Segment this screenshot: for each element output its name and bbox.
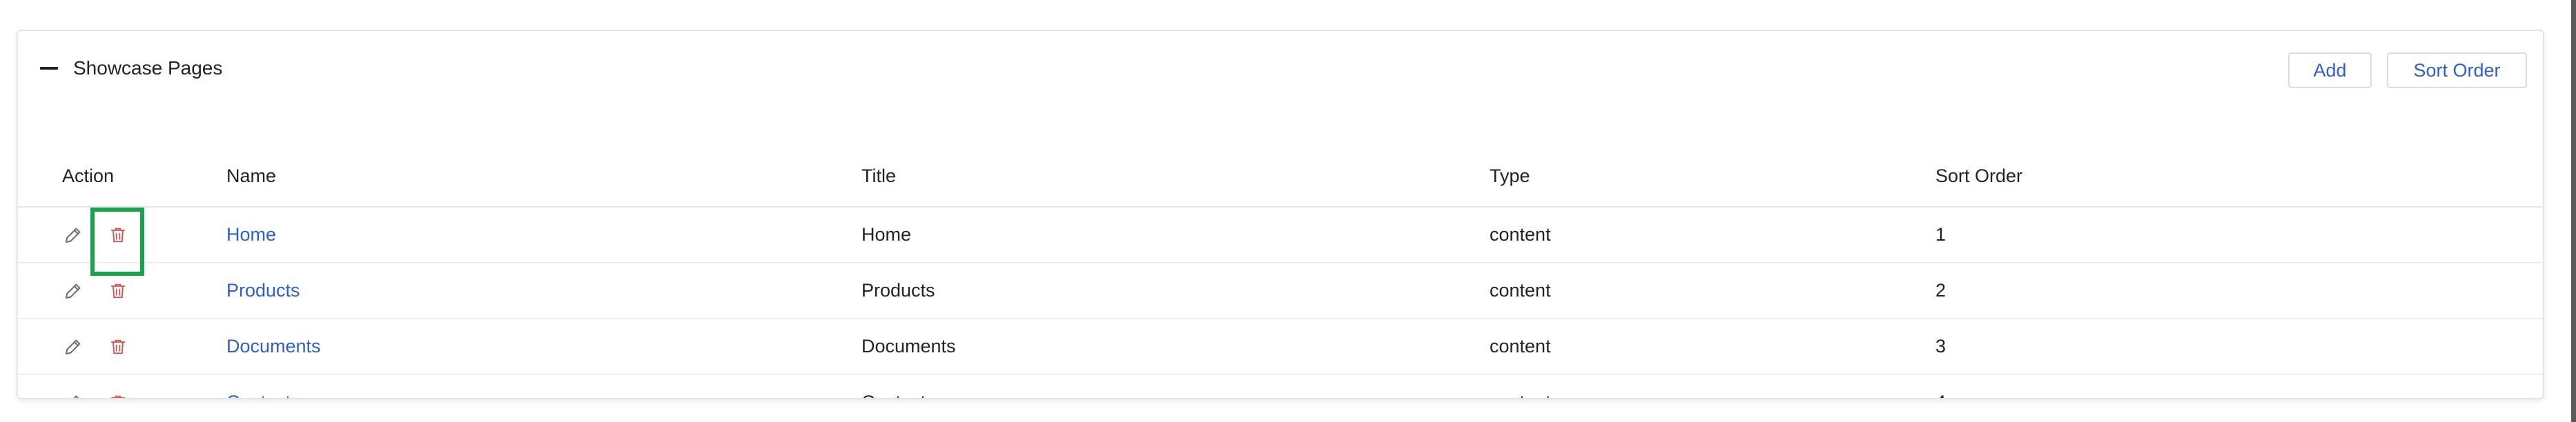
trash-icon[interactable]	[107, 336, 129, 358]
table-row: Contact Contact content 4	[18, 374, 2543, 398]
type-cell: content	[1490, 263, 1935, 319]
add-button[interactable]: Add	[2288, 52, 2372, 88]
title-cell: Home	[861, 207, 1490, 263]
column-header-name: Name	[226, 145, 861, 208]
name-cell: Documents	[226, 319, 861, 375]
table-row: Products Products content 2	[18, 263, 2543, 319]
minus-icon	[40, 67, 58, 70]
window-edge	[2571, 0, 2576, 422]
action-cell	[18, 374, 226, 398]
pages-table: Action Name Title Type Sort Order Home H…	[18, 145, 2543, 398]
page-name-link[interactable]: Home	[226, 224, 276, 245]
collapse-toggle-button[interactable]	[37, 61, 65, 75]
type-cell: content	[1490, 374, 1935, 398]
table-row: Documents Documents content 3	[18, 319, 2543, 375]
column-header-sort-order: Sort Order	[1935, 145, 2543, 208]
trash-icon[interactable]	[107, 392, 129, 398]
page-name-link[interactable]: Contact	[226, 392, 291, 398]
action-cell	[18, 207, 226, 276]
panel-header: Showcase Pages Add Sort Order	[18, 31, 2543, 107]
name-cell: Contact	[226, 374, 861, 398]
sort-order-cell: 1	[1935, 207, 2543, 263]
sort-order-cell: 4	[1935, 374, 2543, 398]
trash-icon[interactable]	[90, 207, 144, 276]
column-header-title: Title	[861, 145, 1490, 208]
sort-order-cell: 3	[1935, 319, 2543, 375]
table-row: Home Home content 1	[18, 207, 2543, 276]
action-cell	[18, 263, 226, 319]
pencil-icon[interactable]	[62, 224, 84, 246]
page-name-link[interactable]: Products	[226, 280, 300, 301]
pencil-icon[interactable]	[62, 336, 84, 358]
page-name-link[interactable]: Documents	[226, 336, 321, 356]
type-cell: content	[1490, 207, 1935, 263]
pencil-icon[interactable]	[62, 280, 84, 302]
title-cell: Documents	[861, 319, 1490, 375]
name-cell: Home	[226, 207, 861, 263]
action-cell	[18, 319, 226, 375]
page: Showcase Pages Add Sort Order Action Nam…	[0, 0, 2576, 422]
sort-order-button[interactable]: Sort Order	[2387, 52, 2527, 88]
title-cell: Products	[861, 263, 1490, 319]
sort-order-cell: 2	[1935, 263, 2543, 319]
table-header-row: Action Name Title Type Sort Order	[18, 145, 2543, 208]
type-cell: content	[1490, 319, 1935, 375]
trash-icon[interactable]	[107, 280, 129, 302]
showcase-pages-panel: Showcase Pages Add Sort Order Action Nam…	[17, 30, 2544, 399]
column-header-action: Action	[18, 145, 226, 208]
pencil-icon[interactable]	[62, 392, 84, 398]
column-header-type: Type	[1490, 145, 1935, 208]
name-cell: Products	[226, 263, 861, 319]
panel-title: Showcase Pages	[73, 57, 223, 79]
title-cell: Contact	[861, 374, 1490, 398]
